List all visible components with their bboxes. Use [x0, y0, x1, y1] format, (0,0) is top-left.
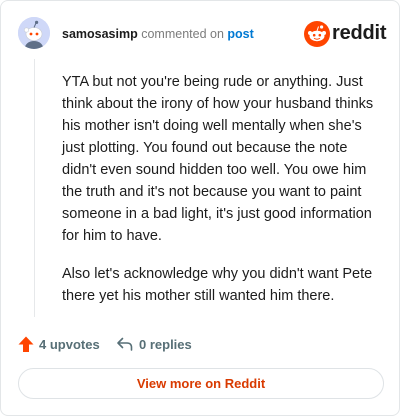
- byline: samosasimp commented on post: [62, 26, 254, 42]
- comment-card: samosasimp commented on post reddit YTA …: [0, 0, 400, 416]
- reply-arrow-icon: [117, 337, 133, 351]
- reddit-wordmark: reddit: [332, 22, 387, 44]
- comment-header: samosasimp commented on post reddit: [18, 17, 387, 51]
- post-link[interactable]: post: [227, 27, 253, 41]
- comment-body: YTA but not you're being rude or anythin…: [62, 71, 382, 323]
- username-link[interactable]: samosasimp: [62, 27, 138, 41]
- commented-on-text: commented on: [141, 27, 224, 41]
- user-avatar-icon[interactable]: [18, 17, 50, 49]
- replies-count: 0 replies: [139, 336, 192, 352]
- upvote-arrow-icon: [18, 336, 34, 352]
- reddit-logo[interactable]: reddit: [304, 21, 387, 47]
- comment-paragraph: Also let's acknowledge why you didn't wa…: [62, 266, 373, 304]
- view-more-button[interactable]: View more on Reddit: [18, 368, 384, 399]
- replies-button[interactable]: 0 replies: [116, 334, 192, 354]
- comment-paragraph: YTA but not you're being rude or anythin…: [62, 74, 374, 244]
- reddit-snoo-icon: [304, 21, 330, 47]
- thread-line: [34, 59, 35, 317]
- upvotes-button[interactable]: 4 upvotes: [18, 334, 100, 354]
- comment-actions: 4 upvotes 0 replies: [18, 334, 318, 354]
- upvotes-count: 4 upvotes: [39, 336, 100, 352]
